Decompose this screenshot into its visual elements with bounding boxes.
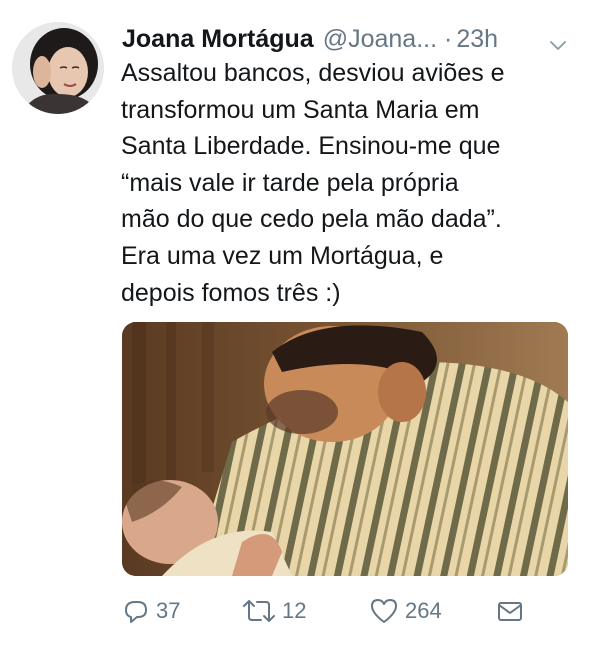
tweet-text-line: transformou um Santa Maria em: [121, 95, 480, 124]
tweet-text: Assaltou bancos, desviou aviões e transf…: [121, 55, 581, 311]
chevron-down-icon[interactable]: [548, 30, 568, 50]
tweet-photo[interactable]: [122, 322, 568, 576]
retweet-button[interactable]: 12: [242, 594, 306, 628]
separator-dot: ·: [444, 25, 453, 53]
tweet-actions: 37 12 264: [122, 594, 542, 628]
envelope-icon: [496, 597, 524, 625]
author-name[interactable]: Joana Mortágua: [122, 22, 314, 56]
tweet-text-line: depois fomos três :): [121, 278, 341, 307]
tweet-timestamp[interactable]: 23h: [456, 22, 498, 56]
tweet-text-line: Assaltou bancos, desviou aviões e: [121, 59, 505, 87]
tweet-header: Joana Mortágua @Joana... · 23h: [122, 22, 582, 56]
tweet-text-line: Santa Liberdade. Ensinou-me que: [121, 132, 501, 161]
reply-count: 37: [156, 598, 181, 623]
reply-icon: [122, 597, 150, 625]
retweet-count: 12: [282, 598, 307, 623]
tweet-text-line: mão do que cedo pela mão dada”.: [121, 205, 502, 234]
tweet-text-line: “mais vale ir tarde pela própria: [121, 168, 459, 197]
like-count: 264: [405, 598, 442, 623]
like-button[interactable]: 264: [369, 594, 442, 628]
tweet: Joana Mortágua @Joana... · 23h Assaltou …: [0, 0, 600, 657]
tweet-text-line: Era uma vez um Mortágua, e: [121, 241, 444, 270]
reply-button[interactable]: 37: [122, 594, 180, 628]
direct-message-button[interactable]: [496, 594, 524, 628]
retweet-icon: [242, 597, 276, 625]
avatar[interactable]: [12, 22, 104, 114]
heart-icon: [369, 597, 399, 625]
author-handle[interactable]: @Joana...: [323, 22, 437, 56]
